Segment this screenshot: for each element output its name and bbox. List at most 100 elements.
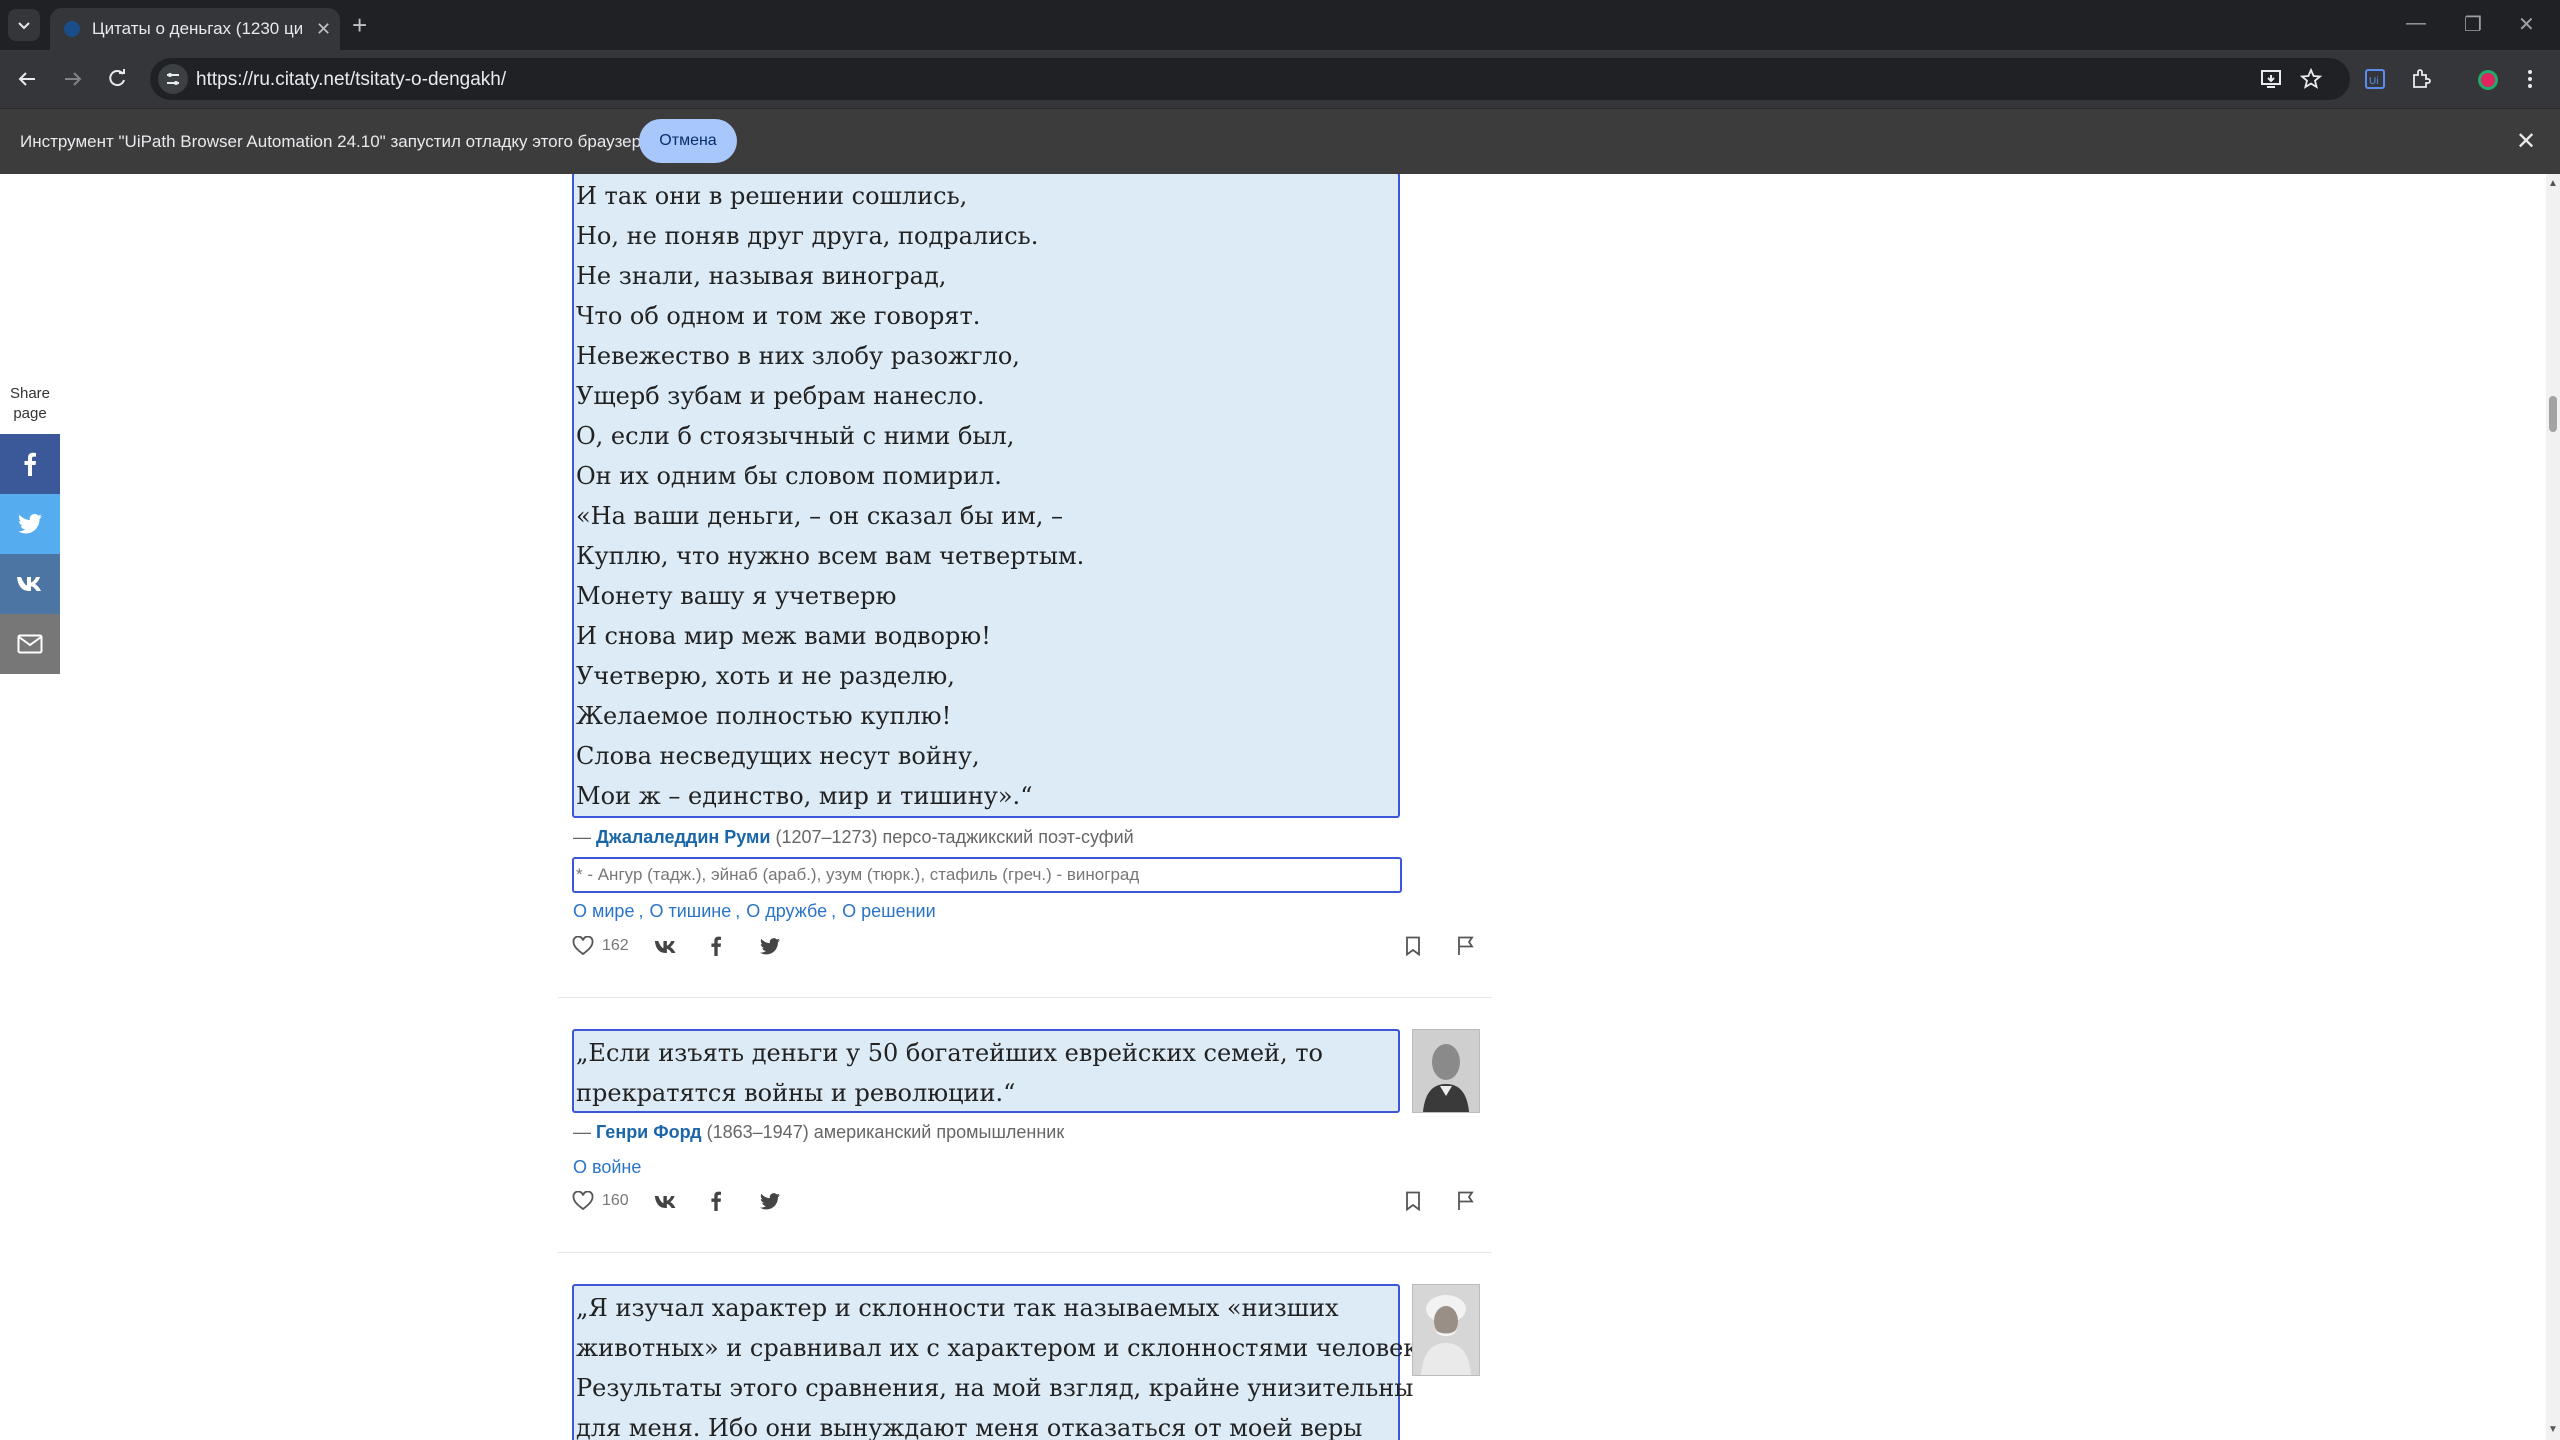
quote-divider <box>558 1252 1492 1253</box>
share-vk-button[interactable] <box>0 554 60 614</box>
henry-ford-portrait-image <box>1413 1030 1479 1112</box>
tag-link[interactable]: О дружбе <box>746 901 827 921</box>
quote-attribution: — Генри Форд (1863–1947) американский пр… <box>573 1122 1064 1143</box>
twitter-share-icon[interactable] <box>760 938 780 955</box>
bookmark-icon[interactable] <box>1405 1191 1421 1211</box>
mark-twain-portrait-image <box>1413 1285 1479 1375</box>
tag-link[interactable]: О войне <box>573 1157 641 1177</box>
scroll-down-arrow-icon[interactable]: ▼ <box>2548 1424 2558 1435</box>
vk-share-icon[interactable] <box>654 1195 678 1209</box>
svg-text:Ui: Ui <box>2369 76 2378 87</box>
profile-avatar-icon[interactable] <box>2476 68 2500 92</box>
close-tab-icon[interactable]: ✕ <box>316 19 331 40</box>
debugging-infobar: Инструмент "UiPath Browser Automation 24… <box>0 108 2560 175</box>
facebook-share-icon[interactable] <box>710 1191 722 1211</box>
share-facebook-button[interactable] <box>0 434 60 494</box>
quote-line: Невежество в них злобу разожгло, <box>576 342 1020 370</box>
heart-icon <box>572 1191 594 1211</box>
quote-divider <box>558 997 1492 998</box>
quote-line: Желаемое полностью куплю! <box>576 702 952 730</box>
tune-icon <box>167 73 179 85</box>
share-page-label: Share page <box>9 385 51 422</box>
quote-line: И так они в решении сошлись, <box>576 182 968 210</box>
address-bar[interactable]: https://ru.citaty.net/tsitaty-o-dengakh/ <box>150 58 2350 100</box>
report-flag-icon[interactable] <box>1457 936 1475 956</box>
quote-text-box[interactable]: И так они в решении сошлись, Но, не поня… <box>572 174 1400 818</box>
reload-icon[interactable] <box>106 68 128 90</box>
restore-icon[interactable]: ❐ <box>2464 12 2482 37</box>
infobar-message: Инструмент "UiPath Browser Automation 24… <box>20 132 656 151</box>
quote-line: О, если б стоязычный с ними был, <box>576 422 1015 450</box>
minimize-icon[interactable]: — <box>2406 12 2426 35</box>
scroll-up-arrow-icon[interactable]: ▲ <box>2548 178 2558 189</box>
share-email-button[interactable] <box>0 614 60 674</box>
site-favicon-icon <box>64 21 80 37</box>
install-app-icon[interactable] <box>2260 68 2282 90</box>
bookmark-star-icon[interactable] <box>2300 68 2322 90</box>
twitter-icon <box>18 514 42 534</box>
active-tab[interactable]: Цитаты о деньгах (1230 цитат) ✕ <box>50 8 340 50</box>
quote-tags: О мире, О тишине, О дружбе, О решении <box>573 901 936 921</box>
cancel-debugging-button[interactable]: Отмена <box>639 119 737 163</box>
quote-text-box[interactable]: „Если изъять деньги у 50 богатейших евре… <box>572 1029 1400 1113</box>
facebook-icon <box>24 452 36 476</box>
scroll-thumb[interactable] <box>2549 396 2557 432</box>
extensions-puzzle-icon[interactable] <box>2410 68 2432 90</box>
author-portrait[interactable] <box>1412 1284 1480 1376</box>
uipath-extension-icon[interactable]: Ui <box>2364 68 2386 90</box>
infobar-close-icon[interactable]: ✕ <box>2516 127 2536 156</box>
like-count: 160 <box>602 1192 629 1209</box>
author-dash: — <box>573 827 591 847</box>
forward-icon[interactable] <box>62 68 84 90</box>
window-close-icon[interactable]: ✕ <box>2518 12 2535 37</box>
author-link[interactable]: Генри Форд <box>596 1122 702 1142</box>
browser-toolbar: https://ru.citaty.net/tsitaty-o-dengakh/… <box>0 50 2560 108</box>
author-dash: — <box>573 1122 591 1142</box>
quote-line: Результаты этого сравнения, на мой взгля… <box>576 1374 1414 1402</box>
report-flag-icon[interactable] <box>1457 1191 1475 1211</box>
quote-line: животных» и сравнивал их с характером и … <box>576 1334 1441 1362</box>
new-tab-button[interactable]: + <box>352 11 367 39</box>
tag-link[interactable]: О мире <box>573 901 634 921</box>
author-link[interactable]: Джалаледдин Руми <box>596 827 770 847</box>
quote-actions: 162 <box>572 936 1482 966</box>
quote-text-box[interactable]: „Я изучал характер и склонности так назы… <box>572 1284 1441 1440</box>
back-icon[interactable] <box>16 68 38 90</box>
kebab-menu-icon[interactable] <box>2526 68 2534 90</box>
quote-line: Ущерб зубам и ребрам нанесло. <box>576 382 985 410</box>
heart-icon <box>572 936 594 956</box>
tab-search-button[interactable] <box>8 9 40 41</box>
quote-actions: 160 <box>572 1191 1482 1221</box>
vk-icon <box>17 577 41 591</box>
page-viewport: Share page И так они в решении сошлись, … <box>0 174 2546 1440</box>
quote-line: Монету вашу я учетверю <box>576 582 897 610</box>
quote-line: „Я изучал характер и склонности так назы… <box>576 1294 1339 1322</box>
quote-line: И снова мир меж вами водворю! <box>576 622 991 650</box>
tag-link[interactable]: О решении <box>842 901 936 921</box>
page-scrollbar[interactable]: ▲ ▼ <box>2546 174 2560 1440</box>
facebook-share-icon[interactable] <box>710 936 722 956</box>
bookmark-icon[interactable] <box>1405 936 1421 956</box>
email-icon <box>17 634 43 654</box>
author-portrait[interactable] <box>1412 1029 1480 1113</box>
like-button[interactable]: 162 <box>572 936 629 956</box>
author-info: (1207–1273) персо-таджикский поэт-суфий <box>775 827 1134 847</box>
share-twitter-button[interactable] <box>0 494 60 554</box>
quote-line: Но, не поняв друг друга, подрались. <box>576 222 1039 250</box>
author-info: (1863–1947) американский промышленник <box>706 1122 1065 1142</box>
site-info-button[interactable] <box>158 64 188 94</box>
vk-share-icon[interactable] <box>654 940 678 954</box>
quote-line: Слова несведущих несут войну, <box>576 742 980 770</box>
like-button[interactable]: 160 <box>572 1191 629 1211</box>
quote-line: „Если изъять деньги у 50 богатейших евре… <box>576 1039 1323 1067</box>
quote-line: «На ваши деньги, – он сказал бы им, – <box>576 502 1064 530</box>
quote-line: для меня. Ибо они вынуждают меня отказат… <box>576 1414 1363 1440</box>
quote-tags: О войне <box>573 1157 641 1178</box>
url-text: https://ru.citaty.net/tsitaty-o-dengakh/ <box>196 69 507 90</box>
twitter-share-icon[interactable] <box>760 1193 780 1210</box>
quote-line: Куплю, что нужно всем вам четвертым. <box>576 542 1085 570</box>
quote-footnote[interactable]: * - Ангур (тадж.), эйнаб (араб.), узум (… <box>572 857 1402 893</box>
tag-link[interactable]: О тишине <box>649 901 731 921</box>
quote-line: Учетверю, хоть и не разделю, <box>576 662 955 690</box>
quote-line: прекратятся войны и революции.“ <box>576 1079 1016 1107</box>
